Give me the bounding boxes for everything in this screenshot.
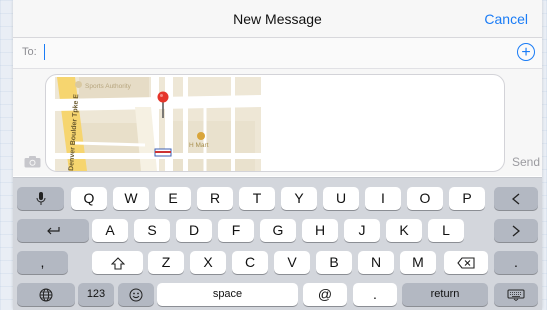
key-k[interactable]: K bbox=[386, 219, 422, 242]
key-n[interactable]: N bbox=[358, 251, 394, 274]
key-d[interactable]: D bbox=[176, 219, 212, 242]
map-label-sports-authority: Sports Authority bbox=[85, 83, 132, 90]
map-label-h-mart: H Mart bbox=[189, 142, 209, 149]
key-q[interactable]: Q bbox=[71, 187, 107, 210]
message-sheet: New Message Cancel To: + Denver Boulder … bbox=[13, 0, 542, 310]
period-key-right[interactable]: . bbox=[494, 251, 538, 274]
compose-area: Denver Boulder Tpke E Sports Authority H… bbox=[13, 69, 542, 176]
key-c[interactable]: C bbox=[232, 251, 268, 274]
right-arrow-key[interactable] bbox=[494, 219, 538, 242]
camera-icon[interactable] bbox=[24, 156, 41, 168]
right-arrow-icon bbox=[512, 225, 520, 236]
keyboard: Q W E R T Y U I O P A S D F G H J K L , … bbox=[13, 177, 542, 310]
key-m[interactable]: M bbox=[400, 251, 436, 274]
key-v[interactable]: V bbox=[274, 251, 310, 274]
key-j[interactable]: J bbox=[344, 219, 380, 242]
globe-icon bbox=[39, 288, 53, 301]
comma-key[interactable]: , bbox=[17, 251, 68, 274]
key-y[interactable]: Y bbox=[281, 187, 317, 210]
numbers-key[interactable]: 123 bbox=[78, 283, 114, 306]
plus-circle-icon[interactable]: + bbox=[517, 43, 535, 61]
emoji-key[interactable] bbox=[118, 283, 154, 306]
text-caret bbox=[44, 44, 45, 60]
to-label: To: bbox=[22, 46, 37, 58]
key-g[interactable]: G bbox=[260, 219, 296, 242]
key-x[interactable]: X bbox=[190, 251, 226, 274]
key-f[interactable]: F bbox=[218, 219, 254, 242]
recipient-input[interactable] bbox=[43, 42, 487, 64]
keyboard-dismiss-icon bbox=[507, 289, 525, 301]
shift-icon bbox=[110, 256, 125, 270]
message-field[interactable]: Denver Boulder Tpke E Sports Authority H… bbox=[45, 74, 505, 172]
key-w[interactable]: W bbox=[113, 187, 149, 210]
delete-icon bbox=[457, 256, 475, 269]
key-b[interactable]: B bbox=[316, 251, 352, 274]
map-attachment[interactable]: Denver Boulder Tpke E Sports Authority H… bbox=[55, 77, 261, 171]
period-key[interactable]: . bbox=[353, 283, 397, 306]
key-p[interactable]: P bbox=[449, 187, 485, 210]
key-e[interactable]: E bbox=[155, 187, 191, 210]
key-r[interactable]: R bbox=[197, 187, 233, 210]
left-arrow-key[interactable] bbox=[494, 187, 538, 210]
shift-key[interactable] bbox=[92, 251, 143, 274]
key-u[interactable]: U bbox=[323, 187, 359, 210]
page-title: New Message bbox=[233, 11, 322, 27]
globe-key[interactable] bbox=[17, 283, 75, 306]
send-button[interactable]: Send bbox=[512, 155, 540, 169]
navigation-bar: New Message Cancel bbox=[13, 0, 542, 38]
space-key[interactable]: space bbox=[157, 283, 298, 306]
key-o[interactable]: O bbox=[407, 187, 443, 210]
return-key[interactable]: return bbox=[402, 283, 488, 306]
map-image: Denver Boulder Tpke E Sports Authority H… bbox=[55, 77, 261, 171]
key-h[interactable]: H bbox=[302, 219, 338, 242]
key-i[interactable]: I bbox=[365, 187, 401, 210]
emoji-icon bbox=[129, 288, 143, 301]
key-z[interactable]: Z bbox=[148, 251, 184, 274]
left-arrow-icon bbox=[512, 193, 520, 204]
key-l[interactable]: L bbox=[428, 219, 464, 242]
dictation-key[interactable] bbox=[17, 187, 64, 210]
undo-icon bbox=[47, 226, 60, 234]
key-a[interactable]: A bbox=[92, 219, 128, 242]
delete-key[interactable] bbox=[444, 251, 488, 274]
at-key[interactable]: @ bbox=[303, 283, 347, 306]
keyboard-dismiss-key[interactable] bbox=[494, 283, 538, 306]
key-s[interactable]: S bbox=[134, 219, 170, 242]
key-t[interactable]: T bbox=[239, 187, 275, 210]
cancel-button[interactable]: Cancel bbox=[484, 11, 528, 27]
recipient-row: To: + bbox=[13, 38, 542, 69]
undo-key[interactable] bbox=[17, 219, 89, 242]
microphone-icon bbox=[36, 191, 45, 205]
